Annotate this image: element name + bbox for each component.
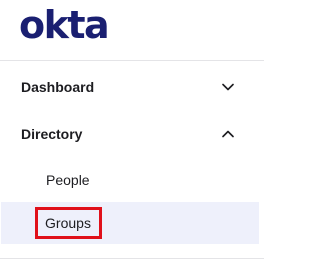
header-divider bbox=[0, 60, 264, 61]
okta-logo[interactable]: okta bbox=[19, 0, 264, 60]
nav-item-groups[interactable]: Groups bbox=[1, 202, 259, 244]
chevron-down-icon bbox=[222, 83, 234, 91]
bottom-divider bbox=[0, 258, 264, 259]
nav-section-dashboard[interactable]: Dashboard bbox=[0, 65, 264, 109]
nav-item-people[interactable]: People bbox=[0, 158, 264, 202]
nav-section-label: Dashboard bbox=[21, 79, 95, 95]
logo-text: okta bbox=[19, 3, 110, 47]
nav-section-label: Directory bbox=[21, 126, 83, 142]
chevron-up-icon bbox=[222, 130, 234, 138]
highlight-box: Groups bbox=[35, 207, 102, 239]
nav-section-directory[interactable]: Directory bbox=[0, 112, 264, 156]
nav-item-label: Groups bbox=[45, 215, 91, 231]
nav-item-label: People bbox=[46, 172, 90, 188]
sidebar: okta Dashboard Directory People Groups bbox=[0, 0, 264, 262]
